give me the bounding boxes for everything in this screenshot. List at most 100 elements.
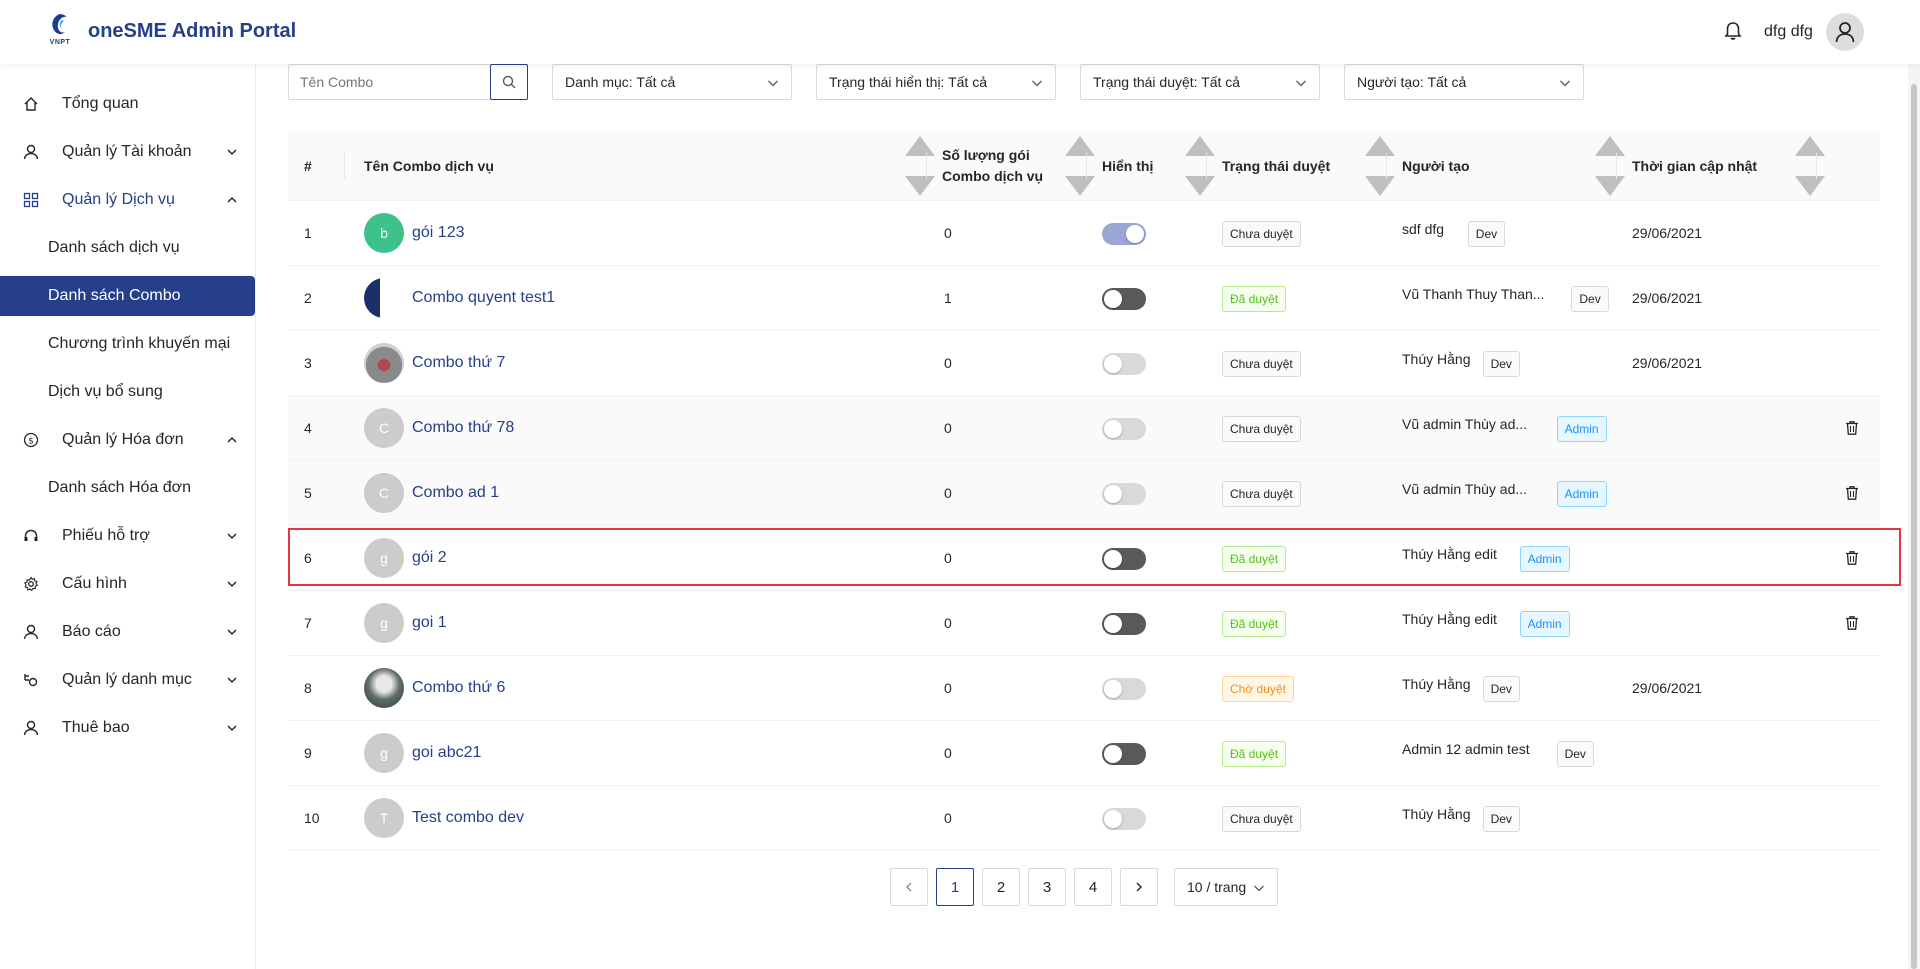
sort-icon[interactable] — [1790, 131, 1830, 201]
sort-icon[interactable] — [1360, 131, 1400, 201]
column-divider — [1616, 153, 1617, 179]
display-toggle[interactable] — [1102, 353, 1146, 375]
display-toggle[interactable] — [1102, 483, 1146, 505]
column-header-display[interactable]: Hiển thị — [1102, 131, 1153, 201]
sidebar-item-categories[interactable]: Quản lý danh mục — [0, 660, 255, 700]
display-toggle[interactable] — [1102, 613, 1146, 635]
column-header-quantity[interactable]: Số lượng gói Combo dịch vụ — [942, 131, 1043, 201]
sidebar-item-label: Quản lý Tài khoản — [62, 143, 192, 160]
combo-thumbnail: g — [364, 733, 404, 773]
column-header-updated[interactable]: Thời gian cập nhật — [1632, 131, 1757, 201]
pagination-page-4[interactable]: 4 — [1074, 868, 1112, 906]
pagination-page-2[interactable]: 2 — [982, 868, 1020, 906]
combo-name-link[interactable]: Test combo dev — [412, 786, 524, 850]
approval-status-badge: Chưa duyệt — [1222, 416, 1301, 442]
sidebar-subitem-promotions[interactable]: Chương trình khuyến mại — [0, 324, 255, 364]
pagination-next-button[interactable] — [1120, 868, 1158, 906]
combo-name-link[interactable]: goi 1 — [412, 591, 447, 655]
page-size-select[interactable]: 10 / trang — [1174, 868, 1278, 906]
approval-status-badge: Chờ duyệt — [1222, 676, 1294, 702]
display-toggle[interactable] — [1102, 418, 1146, 440]
table-row[interactable]: 5 C Combo ad 1 0 Chưa duyệt Vũ admin Thùy ad.… — [288, 461, 1880, 526]
table-row[interactable]: 4 C Combo thứ 78 0 Chưa duyệt Vũ admin Thùy a… — [288, 396, 1880, 461]
combo-name-link[interactable]: Combo thứ 78 — [412, 396, 514, 460]
sort-icon[interactable] — [1060, 131, 1100, 201]
sort-icon[interactable] — [1590, 131, 1630, 201]
combo-thumbnail-letter: g — [380, 550, 388, 566]
creator-name: Admin 12 admin test — [1402, 741, 1530, 757]
sidebar-subitem-service-list[interactable]: Danh sách dịch vụ — [0, 228, 255, 268]
category-icon — [22, 671, 40, 689]
table-row[interactable]: 10 T Test combo dev 0 Chưa duyệt Thúy Hằng Dev — [288, 786, 1880, 851]
creator-filter-select[interactable]: Người tạo: Tất cả — [1344, 64, 1584, 100]
table-row[interactable]: 3 Combo thứ 7 0 Chưa duyệt Thúy Hằng Dev 29/06… — [288, 331, 1880, 396]
sidebar-item-settings[interactable]: Cấu hình — [0, 564, 255, 604]
display-toggle[interactable] — [1102, 678, 1146, 700]
user-avatar[interactable] — [1826, 13, 1864, 51]
column-header-name[interactable]: Tên Combo dịch vụ — [364, 131, 494, 201]
sort-icon[interactable] — [900, 131, 940, 201]
approval-status-filter-select[interactable]: Trạng thái duyệt: Tất cả — [1080, 64, 1320, 100]
sidebar-item-accounts[interactable]: Quản lý Tài khoản — [0, 132, 255, 172]
pagination-prev-button[interactable] — [890, 868, 928, 906]
sidebar-subitem-combo-list[interactable]: Danh sách Combo — [0, 276, 255, 316]
logo-text: VNPT — [49, 39, 71, 46]
combo-search-input[interactable] — [289, 65, 490, 99]
pagination-page-1[interactable]: 1 — [936, 868, 974, 906]
display-toggle[interactable] — [1102, 223, 1146, 245]
scrollbar-thumb[interactable] — [1911, 84, 1917, 969]
column-header-status[interactable]: Trạng thái duyệt — [1222, 131, 1330, 201]
category-filter-select[interactable]: Danh mục: Tất cả — [552, 64, 792, 100]
dollar-icon: $ — [22, 431, 40, 449]
sidebar-item-invoices[interactable]: $ Quản lý Hóa đơn — [0, 420, 255, 460]
user-name[interactable]: dfg dfg — [1764, 23, 1813, 41]
delete-icon[interactable] — [1844, 550, 1860, 566]
display-toggle[interactable] — [1102, 288, 1146, 310]
category-filter-value: Danh mục: Tất cả — [565, 74, 676, 90]
sort-icon[interactable] — [1180, 131, 1220, 201]
sidebar-subitem-invoice-list[interactable]: Danh sách Hóa đơn — [0, 468, 255, 508]
user-icon — [22, 623, 40, 641]
table-row[interactable]: 6 g gói 2 0 Đã duyệt Thúy Hằng edit Admin — [288, 526, 1880, 591]
sidebar-subitem-addon-services[interactable]: Dịch vụ bổ sung — [0, 372, 255, 412]
combo-thumbnail — [364, 278, 404, 318]
table-row[interactable]: 2 Combo quyent test1 1 Đã duyệt Vũ Thanh Thu… — [288, 266, 1880, 331]
display-toggle[interactable] — [1102, 743, 1146, 765]
combo-name-link[interactable]: Combo thứ 6 — [412, 656, 505, 720]
table-row[interactable]: 7 g goi 1 0 Đã duyệt Thúy Hằng edit Admin — [288, 591, 1880, 656]
sidebar-item-support-tickets[interactable]: Phiếu hỗ trợ — [0, 516, 255, 556]
notification-bell-icon[interactable] — [1720, 18, 1746, 44]
table-row[interactable]: 9 g goi abc21 0 Đã duyệt Admin 12 admin test D… — [288, 721, 1880, 786]
sidebar-item-services[interactable]: Quản lý Dịch vụ — [0, 180, 255, 220]
table-row[interactable]: 8 Combo thứ 6 0 Chờ duyệt Thúy Hằng Dev 29/06/… — [288, 656, 1880, 721]
display-toggle[interactable] — [1102, 548, 1146, 570]
page-scrollbar[interactable] — [1908, 64, 1920, 969]
combo-thumbnail — [364, 343, 404, 383]
combo-name-link[interactable]: Combo thứ 7 — [412, 331, 505, 395]
table-row[interactable]: 1 b gói 123 0 Chưa duyệt sdf dfg Dev 29/06/2021 — [288, 201, 1880, 266]
combo-name-link[interactable]: goi abc21 — [412, 721, 481, 785]
delete-icon[interactable] — [1844, 420, 1860, 436]
delete-icon[interactable] — [1844, 485, 1860, 501]
combo-name-link[interactable]: gói 123 — [412, 201, 465, 265]
combo-quantity: 0 — [944, 225, 952, 241]
combo-name-link[interactable]: Combo quyent test1 — [412, 266, 555, 330]
sidebar-item-subscriptions[interactable]: Thuê bao — [0, 708, 255, 748]
display-status-filter-select[interactable]: Trạng thái hiển thị: Tất cả — [816, 64, 1056, 100]
app-title[interactable]: oneSME Admin Portal — [88, 20, 296, 43]
combo-name-link[interactable]: gói 2 — [412, 526, 447, 590]
display-toggle[interactable] — [1102, 808, 1146, 830]
column-header-quantity-line1: Số lượng gói — [942, 147, 1030, 163]
search-button[interactable] — [490, 64, 528, 100]
sidebar-item-reports[interactable]: Báo cáo — [0, 612, 255, 652]
approval-status-badge: Chưa duyệt — [1222, 221, 1301, 247]
sidebar-item-overview[interactable]: Tổng quan — [0, 84, 255, 124]
creator-name: Vũ admin Thùy ad... — [1402, 416, 1528, 432]
chevron-down-icon — [1254, 885, 1264, 892]
delete-icon[interactable] — [1844, 615, 1860, 631]
column-header-creator[interactable]: Người tạo — [1402, 131, 1470, 201]
updated-time: 29/06/2021 — [1632, 290, 1703, 306]
vnpt-logo[interactable]: VNPT — [44, 12, 76, 50]
pagination-page-3[interactable]: 3 — [1028, 868, 1066, 906]
combo-name-link[interactable]: Combo ad 1 — [412, 461, 499, 525]
